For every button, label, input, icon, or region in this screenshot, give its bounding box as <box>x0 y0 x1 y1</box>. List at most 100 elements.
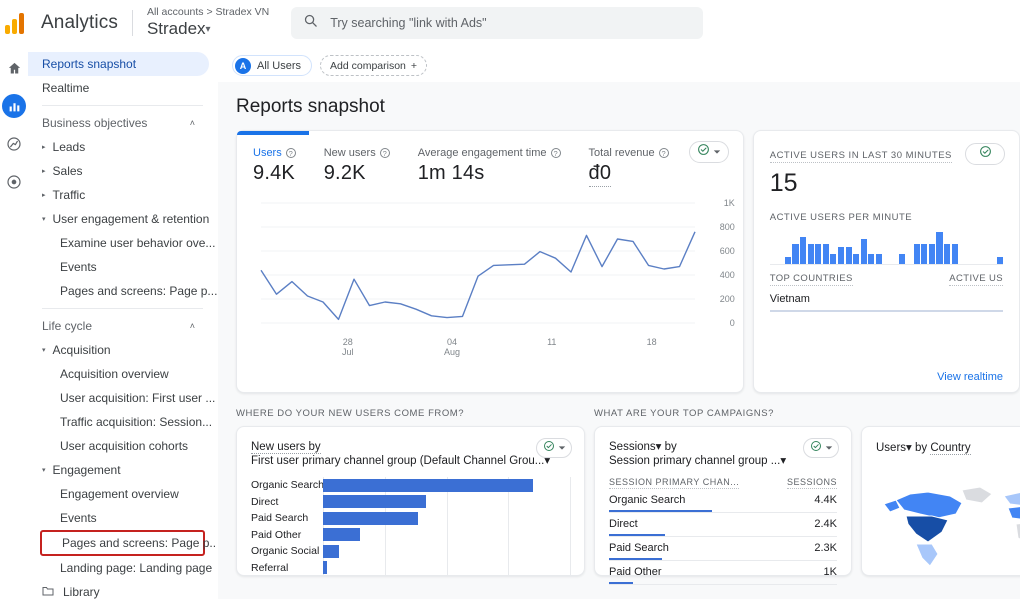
view-realtime-link[interactable]: View realtime <box>937 371 1003 383</box>
chevron-down-icon[interactable]: ▾ <box>656 441 662 453</box>
help-icon[interactable]: ? <box>550 148 561 158</box>
bar-row[interactable]: Paid Other <box>251 527 570 544</box>
triangle-down-icon[interactable]: ▾ <box>42 215 46 223</box>
map-section: Users▾ by Country <box>861 408 1020 576</box>
search-input[interactable] <box>330 16 692 30</box>
new-users-title-line2[interactable]: First user primary channel group (Defaul… <box>251 455 544 467</box>
sidebar-item-landing-page-landing-page[interactable]: Landing page: Landing page <box>28 556 212 580</box>
world-map[interactable] <box>876 470 1020 575</box>
chevron-up-icon[interactable]: ˄ <box>190 321 195 331</box>
add-comparison-button[interactable]: Add comparison + <box>320 55 428 76</box>
chevron-down-icon <box>558 439 566 457</box>
bar-fill <box>323 528 361 542</box>
active-users-30min-label: ACTIVE USERS IN LAST 30 MINUTES <box>769 150 952 163</box>
sidebar-item-pages-and-screens-page-p[interactable]: Pages and screens: Page p... <box>40 530 217 556</box>
sidebar-item-reports-snapshot[interactable]: Reports snapshot <box>28 52 209 76</box>
bar-track <box>323 544 570 558</box>
sidebar-item-examine-user-behavior-ove[interactable]: Examine user behavior ove... <box>28 231 215 255</box>
chevron-down-icon[interactable]: ▾ <box>906 442 912 454</box>
chevron-down-icon[interactable]: ▾ <box>780 455 786 467</box>
sidebar-item-events[interactable]: Events <box>28 255 209 279</box>
account-selector[interactable]: All accounts > Stradex VN Stradex▾ <box>133 7 269 38</box>
metric-label-row: Total revenue? <box>589 147 669 159</box>
campaigns-card: Sessions▾ by Session primary channel gro… <box>594 426 852 585</box>
reports-icon[interactable] <box>2 94 26 118</box>
segment-chip-all-users[interactable]: A All Users <box>232 55 313 76</box>
active-users-header: ACTIVE US <box>949 273 1003 286</box>
bar-row[interactable]: Organic Social <box>251 543 570 560</box>
sidebar-item-user-acquisition-first-user[interactable]: User acquisition: First user ... <box>28 386 215 410</box>
help-icon[interactable]: ? <box>285 148 296 158</box>
bar-label: Organic Social <box>251 545 320 558</box>
table-row[interactable]: Direct 2.4K <box>609 513 837 537</box>
sidebar-item-library[interactable]: Library <box>28 580 209 599</box>
sidebar-item-acquisition[interactable]: ▾ Acquisition <box>28 338 209 362</box>
sidebar-item-label: Pages and screens: Page p... <box>62 536 218 550</box>
sidebar-item-business-objectives[interactable]: Business objectives ˄ <box>28 111 209 135</box>
triangle-right-icon[interactable]: ▸ <box>42 191 46 199</box>
nav-divider <box>42 308 203 309</box>
campaigns-section-title: WHAT ARE YOUR TOP CAMPAIGNS? <box>594 408 774 419</box>
sidebar-item-traffic-acquisition-session[interactable]: Traffic acquisition: Session... <box>28 410 212 434</box>
triangle-down-icon[interactable]: ▾ <box>42 346 46 354</box>
row-label: Direct <box>609 518 638 530</box>
bar-row[interactable]: Organic Search <box>251 477 570 494</box>
metric-total-revenue[interactable]: Total revenue? đ0 <box>588 147 669 187</box>
realtime-bar <box>951 244 958 264</box>
realtime-insights-button[interactable] <box>965 143 1005 165</box>
sidebar-item-label: Pages and screens: Page p... <box>60 284 218 298</box>
insights-button[interactable] <box>688 141 729 163</box>
campaigns-table-header: SESSION PRIMARY CHAN... SESSIONS <box>609 477 837 489</box>
table-row[interactable]: Paid Search 2.3K <box>609 537 837 561</box>
help-icon[interactable]: ? <box>658 148 669 158</box>
metric-label: New users <box>323 147 376 159</box>
metric-users[interactable]: Users? 9.4K <box>253 147 296 187</box>
sidebar-item-leads[interactable]: ▸ Leads <box>28 135 209 159</box>
x-tick-label: 04 Aug <box>443 337 460 357</box>
chevron-up-icon[interactable]: ˄ <box>190 118 195 128</box>
search-box[interactable] <box>291 7 704 39</box>
table-row[interactable]: Vietnam <box>769 286 1003 312</box>
chevron-down-icon <box>825 439 833 457</box>
explore-icon[interactable] <box>2 132 26 156</box>
table-row[interactable]: Paid Other 1K <box>609 561 837 585</box>
realtime-bar <box>800 236 807 264</box>
advertising-icon[interactable] <box>2 170 26 194</box>
sidebar-item-pages-and-screens-page-p[interactable]: Pages and screens: Page p... <box>28 279 217 303</box>
home-icon[interactable] <box>2 56 26 80</box>
help-icon[interactable]: ? <box>379 148 390 158</box>
metric-average-engagement-time[interactable]: Average engagement time? 1m 14s <box>418 147 561 187</box>
sidebar-item-events[interactable]: Events <box>28 506 209 530</box>
check-circle-icon <box>810 439 822 457</box>
sidebar-item-user-acquisition-cohorts[interactable]: User acquisition cohorts <box>28 434 209 458</box>
map-metric[interactable]: Users <box>876 442 906 454</box>
campaigns-metric[interactable]: Sessions <box>609 441 656 453</box>
new-users-insights-button[interactable] <box>536 438 572 458</box>
triangle-right-icon[interactable]: ▸ <box>42 167 46 175</box>
sidebar-item-engagement[interactable]: ▾ Engagement <box>28 458 209 482</box>
metric-value: 9.4K <box>253 162 295 184</box>
triangle-right-icon[interactable]: ▸ <box>42 143 46 151</box>
sidebar-item-engagement-overview[interactable]: Engagement overview <box>28 482 209 506</box>
campaigns-dimension[interactable]: Session primary channel group ... <box>609 455 780 467</box>
map-dimension[interactable]: Country <box>930 442 971 455</box>
sidebar-item-life-cycle[interactable]: Life cycle ˄ <box>28 314 209 338</box>
campaigns-by-label: by <box>664 441 677 453</box>
campaigns-col-dimension: SESSION PRIMARY CHAN... <box>609 477 740 489</box>
sidebar-item-user-engagement-retention[interactable]: ▾ User engagement & retention <box>28 207 209 231</box>
bar-row[interactable]: Direct <box>251 494 570 511</box>
metric-new-users[interactable]: New users? 9.2K <box>324 147 390 187</box>
sidebar-item-acquisition-overview[interactable]: Acquisition overview <box>28 362 209 386</box>
bar-row[interactable]: Referral <box>251 560 570 577</box>
sidebar-item-traffic[interactable]: ▸ Traffic <box>28 183 209 207</box>
sidebar-item-realtime[interactable]: Realtime <box>28 76 209 100</box>
property-name[interactable]: Stradex▾ <box>147 19 269 39</box>
campaigns-col-metric: SESSIONS <box>786 477 837 489</box>
triangle-down-icon[interactable]: ▾ <box>42 466 46 474</box>
table-row[interactable]: Organic Search 4.4K <box>609 489 837 513</box>
sidebar-item-sales[interactable]: ▸ Sales <box>28 159 209 183</box>
campaigns-insights-button[interactable] <box>803 438 839 458</box>
bar-row[interactable]: Paid Search <box>251 510 570 527</box>
sidebar-item-label: Acquisition <box>52 343 111 357</box>
realtime-bar <box>860 239 867 264</box>
